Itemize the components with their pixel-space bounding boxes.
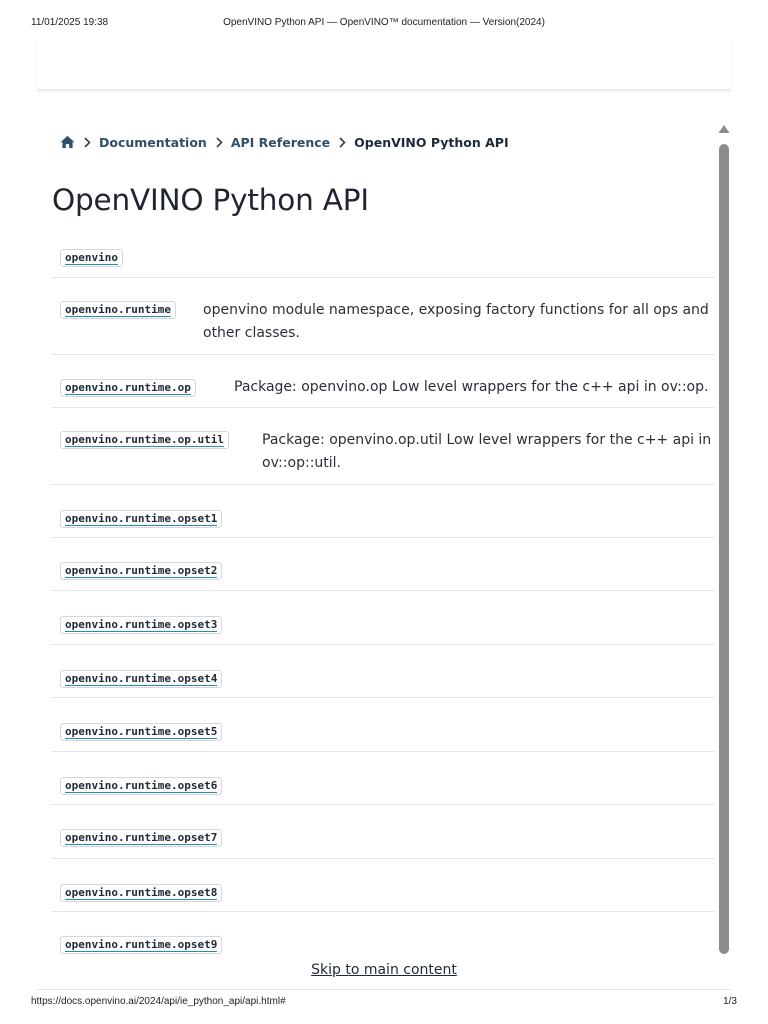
table-row: openvino.runtime.op Package: openvino.op… [52, 355, 715, 408]
module-link-openvino-runtime-opset4[interactable]: openvino.runtime.opset4 [60, 670, 223, 688]
module-link-openvino-runtime-opset9[interactable]: openvino.runtime.opset9 [60, 936, 223, 954]
breadcrumb-current: OpenVINO Python API [354, 134, 509, 150]
print-url: https://docs.openvino.ai/2024/api/ie_pyt… [31, 996, 286, 1007]
breadcrumb-api-reference-link[interactable]: API Reference [231, 135, 330, 150]
vertical-scrollbar[interactable] [718, 124, 730, 954]
page-title: OpenVINO Python API [52, 183, 369, 217]
module-link-openvino-runtime[interactable]: openvino.runtime [60, 301, 176, 319]
footer-divider [37, 989, 731, 990]
table-row: openvino [52, 240, 715, 278]
api-module-table: openvino openvino.runtime openvino modul… [52, 240, 715, 954]
home-icon[interactable] [60, 135, 75, 149]
skip-to-main-content-link[interactable]: Skip to main content [0, 962, 768, 978]
scroll-up-arrow-icon[interactable] [718, 124, 730, 134]
module-link-openvino-runtime-opset1[interactable]: openvino.runtime.opset1 [60, 510, 223, 528]
table-row: openvino.runtime.opset6 [52, 752, 715, 805]
chevron-right-icon [339, 136, 346, 148]
module-description: openvino module namespace, exposing fact… [203, 302, 709, 341]
breadcrumb: Documentation API Reference OpenVINO Pyt… [60, 132, 509, 152]
table-row: openvino.runtime openvino module namespa… [52, 278, 715, 355]
table-row: openvino.runtime.opset1 [52, 485, 715, 538]
table-row: openvino.runtime.opset9 [52, 912, 715, 954]
breadcrumb-documentation-link[interactable]: Documentation [99, 135, 207, 150]
table-row: openvino.runtime.opset4 [52, 645, 715, 698]
module-link-openvino-runtime-opset3[interactable]: openvino.runtime.opset3 [60, 616, 223, 634]
table-row: openvino.runtime.opset3 [52, 591, 715, 645]
module-link-openvino-runtime-op-util[interactable]: openvino.runtime.op.util [60, 431, 229, 449]
table-row: openvino.runtime.op.util Package: openvi… [52, 408, 715, 485]
print-doc-title: OpenVINO Python API — OpenVINO™ document… [223, 17, 545, 28]
module-link-openvino-runtime-opset2[interactable]: openvino.runtime.opset2 [60, 562, 223, 580]
module-link-openvino-runtime-opset5[interactable]: openvino.runtime.opset5 [60, 723, 223, 741]
table-row: openvino.runtime.opset8 [52, 859, 715, 912]
chevron-right-icon [216, 136, 223, 148]
top-navbar [37, 36, 731, 90]
chevron-right-icon [84, 136, 91, 148]
table-row: openvino.runtime.opset2 [52, 538, 715, 591]
module-link-openvino-runtime-opset8[interactable]: openvino.runtime.opset8 [60, 884, 223, 902]
table-row: openvino.runtime.opset5 [52, 698, 715, 752]
table-row: openvino.runtime.opset7 [52, 805, 715, 859]
module-description: Package: openvino.op.util Low level wrap… [262, 432, 712, 471]
print-footer: https://docs.openvino.ai/2024/api/ie_pyt… [0, 996, 768, 1010]
print-header: 11/01/2025 19:38 OpenVINO Python API — O… [0, 16, 768, 30]
module-link-openvino-runtime-op[interactable]: openvino.runtime.op [60, 379, 196, 397]
module-link-openvino[interactable]: openvino [60, 249, 123, 267]
module-description: Package: openvino.op Low level wrappers … [234, 379, 709, 395]
module-link-openvino-runtime-opset7[interactable]: openvino.runtime.opset7 [60, 829, 223, 847]
module-link-openvino-runtime-opset6[interactable]: openvino.runtime.opset6 [60, 777, 223, 795]
print-page-number: 1/3 [723, 996, 737, 1007]
scrollbar-thumb[interactable] [719, 144, 729, 954]
